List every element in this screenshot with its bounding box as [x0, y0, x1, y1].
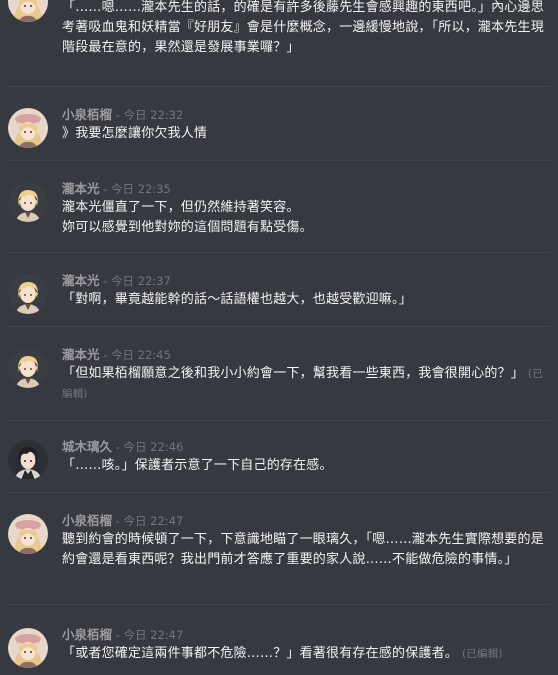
- message-text: 「但如果栢榴願意之後和我小小約會一下，幫我看一些東西，我會很開心的？」 (已編輯): [62, 364, 548, 404]
- header-separator: -: [112, 440, 124, 454]
- message-divider: [8, 604, 550, 605]
- message-divider: [8, 160, 550, 161]
- message-header: 瀧本光 - 今日 22:45: [62, 346, 171, 364]
- message-timestamp: 今日 22:47: [123, 514, 184, 528]
- message-text: 聽到約會的時候頓了一下，下意識地瞄了一眼璃久，「嗯……瀧本先生實際想要的是約會還…: [62, 530, 548, 570]
- message-text: 「或者您確定這兩件事都不危險……？」看著很有存在感的保護者。 (已編輯): [62, 644, 548, 664]
- header-separator: -: [112, 108, 124, 122]
- message-text-line: 》我要怎麼讓你欠我人情: [62, 126, 208, 141]
- message-timestamp: 今日 22:37: [110, 274, 171, 288]
- user-avatar[interactable]: [8, 182, 48, 222]
- message-timestamp: 今日 22:35: [110, 182, 171, 196]
- header-separator: -: [112, 514, 124, 528]
- author-name[interactable]: 瀧本光: [62, 181, 100, 196]
- message-text: 「……咳。」保護者示意了一下自己的存在感。: [62, 456, 548, 476]
- user-avatar[interactable]: [8, 108, 48, 148]
- message-text: 》我要怎麼讓你欠我人情: [62, 124, 548, 144]
- header-separator: -: [99, 348, 111, 362]
- message-timestamp: 今日 22:32: [123, 108, 184, 122]
- message-header: 小泉栢榴 - 今日 22:47: [62, 512, 183, 530]
- message-header: 瀧本光 - 今日 22:35: [62, 180, 171, 198]
- message-text-line: 「但如果栢榴願意之後和我小小約會一下，幫我看一些東西，我會很開心的？」: [62, 366, 525, 381]
- user-avatar[interactable]: [8, 0, 48, 22]
- header-separator: -: [112, 628, 124, 642]
- chat-message[interactable]: 城木璃久 - 今日 22:46 「……咳。」保護者示意了一下自己的存在感。: [0, 430, 558, 480]
- message-text: 「對啊，畢竟越能幹的話～話語權也越大，也越受歡迎嘛。」: [62, 290, 548, 310]
- message-timestamp: 今日 22:47: [123, 628, 184, 642]
- chat-message[interactable]: 小泉栢榴 - 今日 22:32「……嗯……瀧本先生的話，的確是有許多後藤先生會感…: [0, 0, 558, 70]
- edited-marker: (已編輯): [462, 648, 503, 660]
- author-name[interactable]: 瀧本光: [62, 273, 100, 288]
- header-separator: -: [99, 274, 111, 288]
- message-divider: [8, 86, 550, 87]
- header-separator: -: [99, 182, 111, 196]
- message-header: 小泉栢榴 - 今日 22:47: [62, 626, 183, 644]
- chat-message[interactable]: 小泉栢榴 - 今日 22:47 「或者您確定這兩件事都不危險……？」看著很有存在感…: [0, 618, 558, 674]
- message-text-line: 聽到約會的時候頓了一下，下意識地瞄了一眼璃久，「嗯……瀧本先生實際想要的是約會還…: [62, 532, 544, 567]
- message-text-line: 瀧本光僵直了一下，但仍然維持著笑容。: [62, 200, 300, 215]
- message-timestamp: 今日 22:46: [123, 440, 184, 454]
- chat-message-list[interactable]: 小泉栢榴 - 今日 22:32 「……嗯……瀧本先生的話，的確是有許多後藤先生會感…: [0, 0, 558, 675]
- user-avatar[interactable]: [8, 514, 48, 554]
- message-text-line: 妳可以感覺到他對妳的這個問題有點受傷。: [62, 220, 313, 235]
- message-divider: [8, 492, 550, 493]
- message-header: 小泉栢榴 - 今日 22:32: [62, 106, 183, 124]
- message-text-line: 「或者您確定這兩件事都不危險……？」看著很有存在感的保護者。: [62, 646, 459, 661]
- user-avatar[interactable]: [8, 348, 48, 388]
- author-name[interactable]: 城木璃久: [62, 439, 112, 454]
- author-name[interactable]: 小泉栢榴: [62, 627, 112, 642]
- user-avatar[interactable]: [8, 628, 48, 668]
- message-divider: [8, 252, 550, 253]
- user-avatar[interactable]: [8, 274, 48, 314]
- user-avatar[interactable]: [8, 440, 48, 480]
- message-text-line: 「……嗯……瀧本先生的話，的確是有許多後藤先生會感興趣的東西吧。」內心邊思考著吸…: [62, 0, 544, 55]
- message-divider: [8, 420, 550, 421]
- message-divider: [8, 326, 550, 327]
- author-name[interactable]: 小泉栢榴: [62, 107, 112, 122]
- author-name[interactable]: 瀧本光: [62, 347, 100, 362]
- message-text: 「……嗯……瀧本先生的話，的確是有許多後藤先生會感興趣的東西吧。」內心邊思考著吸…: [62, 0, 548, 58]
- chat-message[interactable]: 小泉栢榴 - 今日 22:47 聽到約會的時候頓了一下，下意識地瞄了一眼璃久，「嗯…: [0, 504, 558, 594]
- message-header: 城木璃久 - 今日 22:46: [62, 438, 183, 456]
- chat-message[interactable]: 瀧本光 - 今日 22:45 「但如果栢榴願意之後和我小小約會一下，幫我看一些東西…: [0, 338, 558, 408]
- chat-message[interactable]: 瀧本光 - 今日 22:35 瀧本光僵直了一下，但仍然維持著笑容。 妳可以感覺到他對…: [0, 172, 558, 238]
- author-name[interactable]: 小泉栢榴: [62, 513, 112, 528]
- chat-message[interactable]: 瀧本光 - 今日 22:37 「對啊，畢竟越能幹的話～話語權也越大，也越受歡迎嘛。…: [0, 264, 558, 314]
- chat-message[interactable]: 小泉栢榴 - 今日 22:32 》我要怎麼讓你欠我人情: [0, 98, 558, 150]
- message-text: 瀧本光僵直了一下，但仍然維持著笑容。 妳可以感覺到他對妳的這個問題有點受傷。: [62, 198, 548, 238]
- message-timestamp: 今日 22:45: [110, 348, 171, 362]
- message-text-line: 「對啊，畢竟越能幹的話～話語權也越大，也越受歡迎嘛。」: [62, 292, 412, 307]
- message-header: 瀧本光 - 今日 22:37: [62, 272, 171, 290]
- message-text-line: 「……咳。」保護者示意了一下自己的存在感。: [62, 458, 333, 473]
